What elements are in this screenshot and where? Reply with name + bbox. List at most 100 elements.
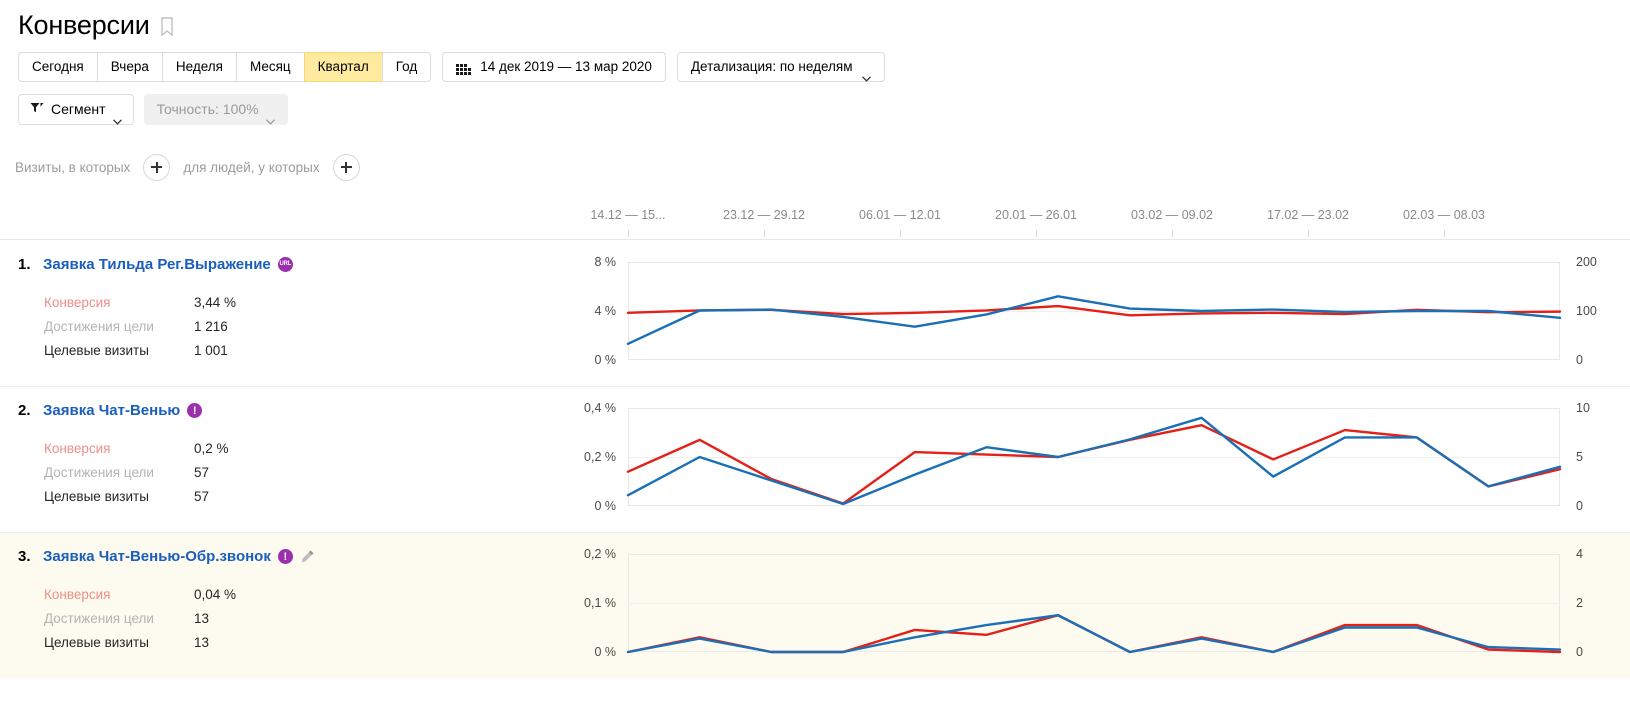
goal-metrics: Конверсия 0,2 % Достижения цели 57 Целевые в… (18, 437, 560, 509)
analytics-page: Конверсии Сегодня Вчера Неделя Месяц Ква… (0, 0, 1630, 713)
goal-info: 2. Заявка Чат-Венью! Конверсия 0,2 % Достиже… (0, 386, 560, 532)
goal-chart[interactable]: 0,2 % 0,1 % 0 % 4 2 0 (560, 532, 1630, 678)
period-button-month[interactable]: Месяц (235, 52, 304, 82)
metric-row-conversion: Конверсия 3,44 % (18, 291, 560, 315)
metric-label-goal-reaches: Достижения цели (44, 465, 154, 480)
add-people-condition-button[interactable] (332, 153, 360, 181)
metric-value-target-visits: 1 001 (194, 343, 228, 358)
goal-row: 2. Заявка Чат-Венью! Конверсия 0,2 % Достиже… (0, 386, 1630, 532)
calendar-icon (456, 60, 472, 75)
metric-value-goal-reaches: 57 (194, 465, 210, 480)
goal-title-line: 1. Заявка Тильда Рег.Выражение URL (18, 256, 560, 273)
y-axis-right-tick: 200 (1576, 255, 1597, 269)
metric-row-conversion: Конверсия 0,2 % (18, 437, 560, 461)
axis-tick-mark (628, 230, 629, 237)
goal-name-link[interactable]: Заявка Тильда Рег.Выражение (43, 256, 271, 273)
metric-row-goal-reaches: Достижения цели 1 216 (18, 315, 560, 339)
axis-tick-label: 23.12 — 29.12 (722, 208, 806, 222)
metric-row-target-visits: Целевые визиты 13 (18, 631, 560, 655)
metric-value-target-visits: 13 (194, 635, 210, 650)
y-axis-left-tick: 0 % (594, 499, 616, 513)
metric-label-target-visits: Целевые визиты (44, 635, 149, 650)
metric-row-goal-reaches: Достижения цели 57 (18, 461, 560, 485)
page-title: Конверсии (18, 10, 150, 40)
period-button-year[interactable]: Год (381, 52, 432, 82)
accuracy-label: Точность: 100% (156, 100, 259, 117)
axis-tick-mark (1172, 230, 1173, 237)
chart-plot-area: 0,4 % 0,2 % 0 % 10 5 0 (584, 401, 1590, 513)
toolbar-primary: Сегодня Вчера Неделя Месяц Квартал Год 1… (0, 51, 1630, 83)
conversion-line (628, 425, 1560, 503)
metric-row-goal-reaches: Достижения цели 13 (18, 607, 560, 631)
y-axis-right-tick: 0 (1576, 645, 1583, 659)
axis-tick-label: 06.01 — 12.01 (858, 208, 942, 222)
pencil-edit-icon[interactable] (300, 549, 315, 564)
metric-label-goal-reaches: Достижения цели (44, 611, 154, 626)
goal-reaches-line (628, 418, 1560, 504)
date-range-label: 14 дек 2019 — 13 мар 2020 (480, 59, 652, 74)
accuracy-dropdown[interactable]: Точность: 100% (143, 93, 288, 125)
chart-plot-area: 0,2 % 0,1 % 0 % 4 2 0 (584, 547, 1583, 659)
y-axis-left-tick: 4 % (594, 304, 616, 318)
y-axis-right-tick: 4 (1576, 547, 1583, 561)
goal-reaches-line (628, 615, 1560, 652)
date-range-button[interactable]: 14 дек 2019 — 13 мар 2020 (442, 52, 666, 82)
event-goal-badge-icon: ! (187, 403, 203, 418)
metric-value-goal-reaches: 13 (194, 611, 210, 626)
metric-label-conversion: Конверсия (44, 441, 111, 456)
chart-lines (628, 262, 1560, 360)
chevron-down-icon (112, 106, 122, 125)
chart-plot-area: 8 % 4 % 0 % 200 100 0 (594, 255, 1596, 367)
axis-tick-label: 03.02 — 09.02 (1130, 208, 1214, 222)
goal-reaches-line (628, 296, 1560, 344)
period-selector: Сегодня Вчера Неделя Месяц Квартал Год (18, 52, 432, 82)
metric-value-conversion: 3,44 % (194, 295, 237, 310)
metric-label-conversion: Конверсия (44, 295, 111, 310)
url-goal-badge-icon: URL (277, 257, 293, 272)
goal-name-link[interactable]: Заявка Чат-Венью-Обр.звонок (43, 548, 271, 565)
y-axis-right-tick: 2 (1576, 596, 1583, 610)
goal-info: 3. Заявка Чат-Венью-Обр.звонок! Конверсия 0… (0, 532, 560, 678)
axis-tick-label: 17.02 — 23.02 (1266, 208, 1350, 222)
chart-axis-header: 14.12 — 15... 23.12 — 29.12 06.01 — 12.01 2… (0, 202, 1630, 240)
y-axis-right-tick: 0 (1576, 353, 1583, 367)
period-button-yesterday[interactable]: Вчера (96, 52, 162, 82)
y-axis-left-tick: 0,4 % (584, 401, 616, 415)
metric-label-goal-reaches: Достижения цели (44, 319, 154, 334)
visits-filter-label: Визиты, в которых (15, 159, 131, 175)
goal-metrics: Конверсия 0,04 % Достижения цели 13 Целевые … (18, 583, 560, 655)
y-axis-right-tick: 0 (1576, 499, 1583, 513)
axis-tick-mark (764, 230, 765, 237)
goal-info: 1. Заявка Тильда Рег.Выражение URL Конверси… (0, 240, 560, 386)
metric-row-target-visits: Целевые визиты 1 001 (18, 339, 560, 363)
period-button-quarter[interactable]: Квартал (303, 52, 382, 82)
axis-tick-mark (1444, 230, 1445, 237)
period-button-today[interactable]: Сегодня (18, 52, 97, 82)
y-axis-left-tick: 0,1 % (584, 596, 616, 610)
bookmark-icon[interactable] (160, 17, 174, 37)
axis-tick-mark (1308, 230, 1309, 237)
goal-title-line: 3. Заявка Чат-Венью-Обр.звонок! (18, 548, 560, 565)
y-axis-right-tick: 10 (1576, 401, 1590, 415)
axis-tick-mark (1036, 230, 1037, 237)
metric-row-target-visits: Целевые визиты 57 (18, 485, 560, 509)
y-axis-left-tick: 0 % (594, 353, 616, 367)
filter-funnel-icon (30, 95, 44, 124)
add-visit-condition-button[interactable] (143, 153, 171, 181)
goal-chart[interactable]: 8 % 4 % 0 % 200 100 0 (560, 240, 1630, 386)
goal-row: 1. Заявка Тильда Рег.Выражение URL Конверси… (0, 240, 1630, 386)
detail-level-label: Детализация: по неделям (690, 59, 853, 74)
metric-value-target-visits: 57 (194, 489, 210, 504)
goal-name-link[interactable]: Заявка Чат-Венью (43, 402, 180, 419)
period-button-week[interactable]: Неделя (161, 52, 236, 82)
segment-dropdown[interactable]: Сегмент (18, 93, 134, 125)
chevron-down-icon (265, 106, 275, 125)
metric-value-conversion: 0,04 % (194, 587, 237, 602)
metric-value-goal-reaches: 1 216 (194, 319, 228, 334)
y-axis-right-tick: 100 (1576, 304, 1597, 318)
detail-level-dropdown[interactable]: Детализация: по неделям (676, 52, 885, 82)
goal-metrics: Конверсия 3,44 % Достижения цели 1 216 Целев… (18, 291, 560, 363)
goal-chart[interactable]: 0,4 % 0,2 % 0 % 10 5 0 (560, 386, 1630, 532)
axis-tick-label: 20.01 — 26.01 (994, 208, 1078, 222)
chevron-down-icon (861, 64, 871, 82)
